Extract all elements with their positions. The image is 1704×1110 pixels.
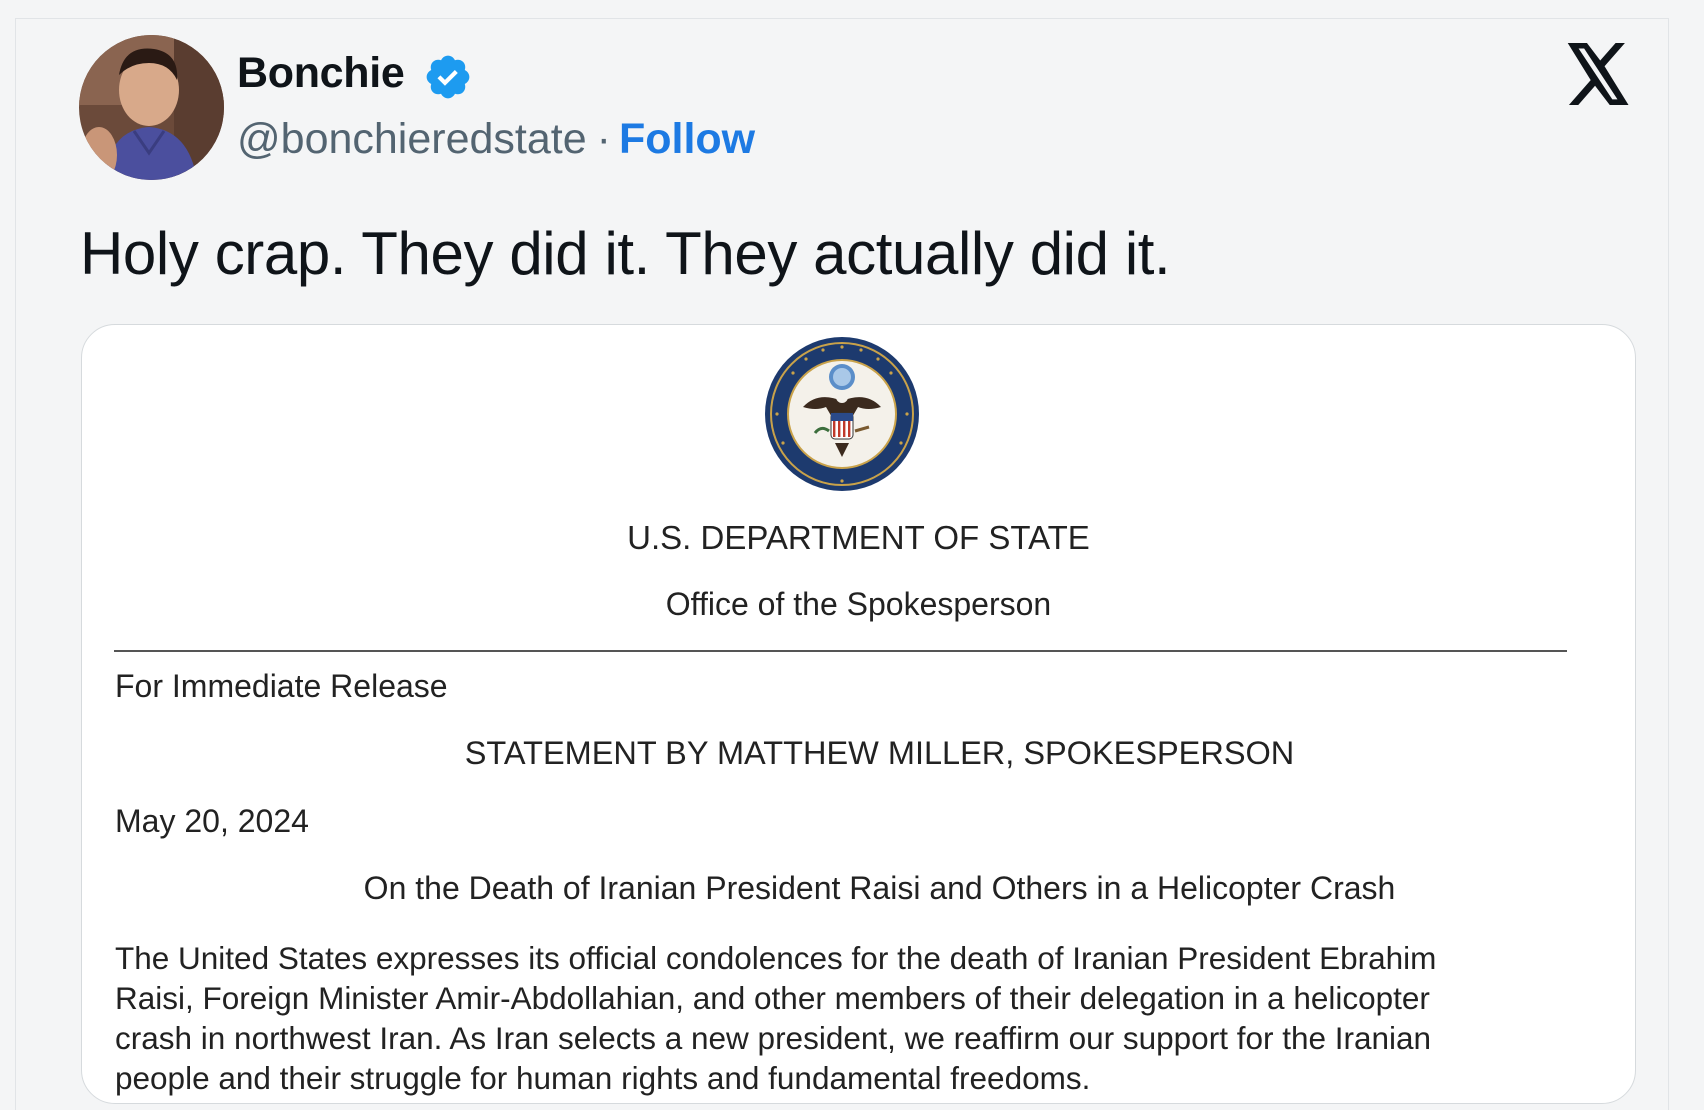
user-handle[interactable]: @bonchieredstate xyxy=(237,115,587,163)
separator-dot: · xyxy=(596,115,611,163)
x-logo-icon[interactable] xyxy=(1564,43,1632,105)
attached-image[interactable]: U.S. DEPARTMENT OF STATE Office of the S… xyxy=(81,324,1636,1104)
avatar-image xyxy=(79,35,224,180)
department-of-state-seal-icon xyxy=(765,337,919,491)
avatar[interactable] xyxy=(79,35,224,180)
statement-date: May 20, 2024 xyxy=(115,803,309,839)
tweet-text: Holy crap. They did it. They actually di… xyxy=(80,220,1171,287)
statement-title: STATEMENT BY MATTHEW MILLER, SPOKESPERSO… xyxy=(464,735,1295,771)
follow-button[interactable]: Follow xyxy=(619,115,755,163)
tweet-card: Bonchie @bonchieredstate · Follow Holy cra… xyxy=(15,18,1669,1110)
statement-subject: On the Death of Iranian President Raisi … xyxy=(363,870,1396,906)
document-divider xyxy=(114,650,1567,652)
department-name: U.S. DEPARTMENT OF STATE xyxy=(627,519,1090,556)
display-name[interactable]: Bonchie xyxy=(237,49,405,98)
office-name: Office of the Spokesperson xyxy=(665,586,1052,622)
verified-badge-icon xyxy=(426,55,470,99)
release-line: For Immediate Release xyxy=(115,668,448,704)
statement-body: The United States expresses its official… xyxy=(115,940,1437,1096)
handle-row: @bonchieredstate · Follow xyxy=(237,115,755,164)
